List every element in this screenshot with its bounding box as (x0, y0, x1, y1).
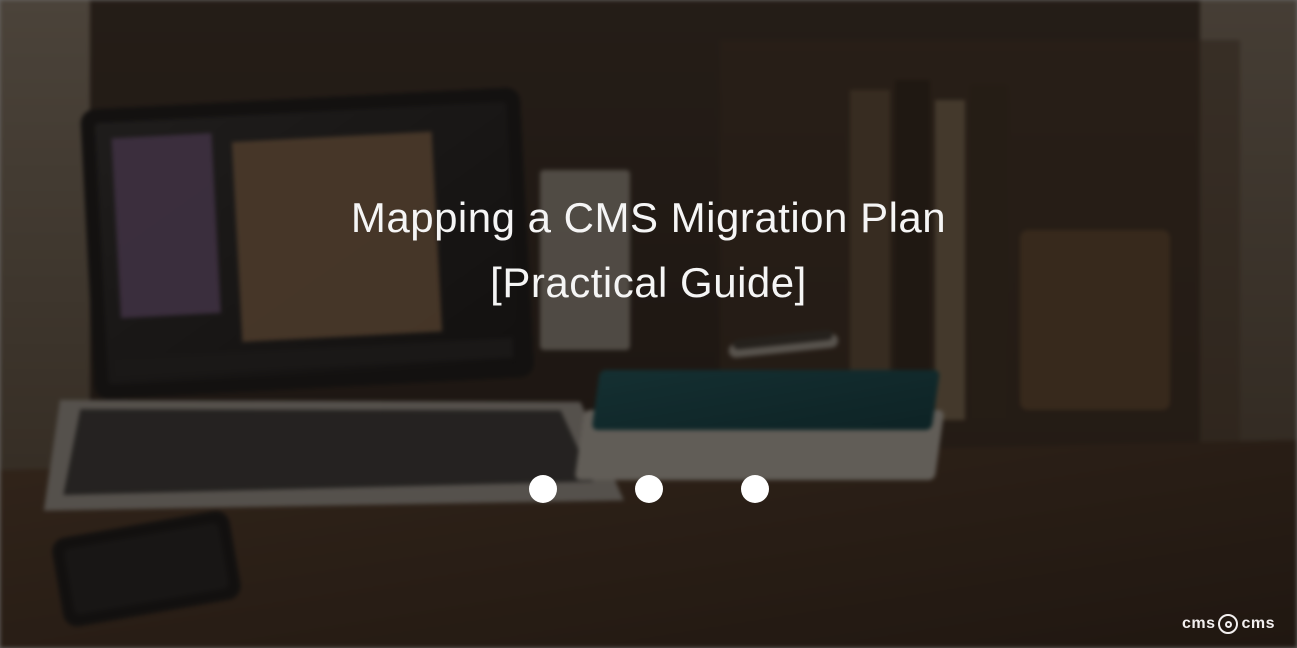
logo-at-icon (1218, 614, 1238, 634)
logo-text-left: cms (1182, 615, 1216, 633)
title-line-1: Mapping a CMS Migration Plan (351, 185, 946, 250)
carousel-dot[interactable] (741, 475, 769, 503)
hero-banner: Mapping a CMS Migration Plan [Practical … (0, 0, 1297, 648)
carousel-dot[interactable] (635, 475, 663, 503)
title-line-2: [Practical Guide] (351, 250, 946, 315)
brand-logo: cms cms (1182, 614, 1275, 634)
hero-overlay (0, 0, 1297, 648)
carousel-dots (529, 475, 769, 503)
hero-title-block: Mapping a CMS Migration Plan [Practical … (351, 185, 946, 315)
carousel-dot[interactable] (529, 475, 557, 503)
logo-text-right: cms (1241, 615, 1275, 633)
